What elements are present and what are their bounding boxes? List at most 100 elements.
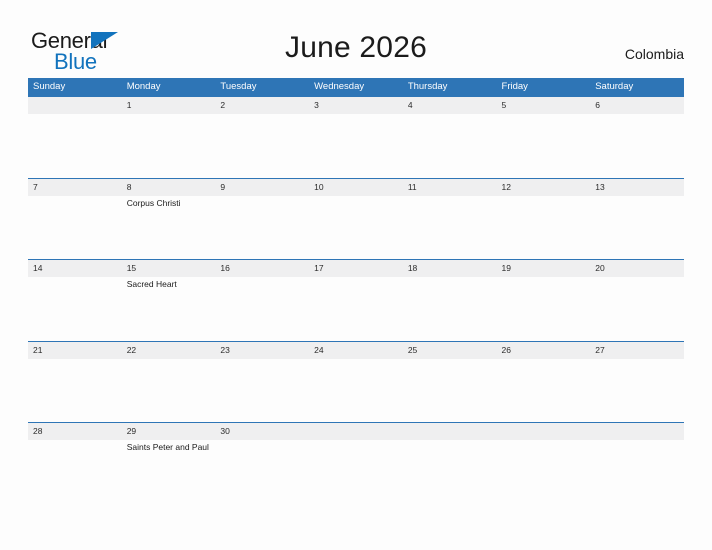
event-label: Sacred Heart	[126, 279, 177, 289]
week-event-band: Corpus Christi	[28, 195, 684, 258]
country-label: Colombia	[624, 46, 684, 62]
day-cell[interactable]	[497, 359, 591, 421]
day-number[interactable]	[497, 423, 591, 440]
day-number[interactable]: 1	[122, 97, 216, 114]
day-number[interactable]	[403, 423, 497, 440]
day-number[interactable]: 27	[590, 342, 684, 359]
day-number[interactable]: 7	[28, 179, 122, 196]
day-number[interactable]: 2	[215, 97, 309, 114]
day-cell[interactable]	[309, 196, 403, 258]
day-number[interactable]	[590, 423, 684, 440]
day-number[interactable]: 26	[497, 342, 591, 359]
day-number[interactable]: 24	[309, 342, 403, 359]
day-number[interactable]: 11	[403, 179, 497, 196]
day-cell[interactable]	[28, 359, 122, 421]
day-number[interactable]: 23	[215, 342, 309, 359]
day-cell[interactable]	[28, 114, 122, 176]
day-cell[interactable]	[497, 440, 591, 502]
calendar-grid: Sunday Monday Tuesday Wednesday Thursday…	[28, 78, 684, 504]
day-cell[interactable]: Saints Peter and Paul	[122, 440, 216, 502]
week-row: 1 2 3 4 5 6	[28, 96, 684, 178]
day-cell[interactable]	[309, 114, 403, 176]
week-date-band: 1 2 3 4 5 6	[28, 97, 684, 114]
weekday-saturday: Saturday	[595, 81, 634, 92]
weekday-wednesday: Wednesday	[314, 81, 365, 92]
day-cell[interactable]	[309, 277, 403, 339]
week-date-band: 14 15 16 17 18 19 20	[28, 260, 684, 277]
day-cell[interactable]	[590, 359, 684, 421]
day-number[interactable]: 13	[590, 179, 684, 196]
day-cell[interactable]: Sacred Heart	[122, 277, 216, 339]
week-event-band	[28, 358, 684, 421]
weekday-thursday: Thursday	[407, 81, 448, 92]
day-cell[interactable]	[497, 114, 591, 176]
day-number[interactable]: 29	[122, 423, 216, 440]
day-number[interactable]	[28, 97, 122, 114]
day-cell[interactable]	[215, 440, 309, 502]
day-number[interactable]: 14	[28, 260, 122, 277]
week-row: 7 8 9 10 11 12 13 Corpus Christi	[28, 177, 684, 260]
day-number[interactable]: 28	[28, 423, 122, 440]
day-number[interactable]: 19	[497, 260, 591, 277]
event-label: Saints Peter and Paul	[126, 442, 209, 452]
weekday-sunday: Sunday	[33, 81, 66, 92]
day-number[interactable]: 17	[309, 260, 403, 277]
day-number[interactable]: 21	[28, 342, 122, 359]
week-event-band: Saints Peter and Paul	[28, 440, 684, 502]
weekday-friday: Friday	[501, 81, 528, 92]
week-row: 21 22 23 24 25 26 27	[28, 340, 684, 423]
week-date-band: 28 29 30	[28, 423, 684, 440]
day-number[interactable]: 3	[309, 97, 403, 114]
day-cell[interactable]	[590, 277, 684, 339]
day-number[interactable]: 6	[590, 97, 684, 114]
day-number[interactable]: 15	[122, 260, 216, 277]
weekday-tuesday: Tuesday	[220, 81, 257, 92]
day-cell[interactable]	[590, 440, 684, 502]
week-date-band: 21 22 23 24 25 26 27	[28, 341, 684, 359]
day-cell[interactable]	[590, 196, 684, 258]
day-cell[interactable]	[497, 277, 591, 339]
day-number[interactable]: 8	[122, 179, 216, 196]
event-label: Corpus Christi	[126, 197, 181, 208]
day-cell[interactable]	[590, 114, 684, 176]
day-cell[interactable]	[215, 114, 309, 176]
page-header: General Blue June 2026 Colombia	[0, 0, 712, 78]
week-row: 14 15 16 17 18 19 20 Sacred Heart	[28, 259, 684, 341]
week-date-band: 7 8 9 10 11 12 13	[28, 178, 684, 196]
day-number[interactable]: 12	[497, 179, 591, 196]
week-row: 28 29 30 Saints Peter and Paul	[28, 422, 684, 504]
day-cell[interactable]	[403, 440, 497, 502]
day-number[interactable]: 9	[215, 179, 309, 196]
day-number[interactable]: 4	[403, 97, 497, 114]
day-cell[interactable]	[403, 196, 497, 258]
week-event-band: Sacred Heart	[28, 277, 684, 339]
week-event-band	[28, 114, 684, 176]
day-cell[interactable]	[215, 359, 309, 421]
day-number[interactable]: 20	[590, 260, 684, 277]
day-cell[interactable]	[215, 277, 309, 339]
day-number[interactable]: 16	[215, 260, 309, 277]
page-title: June 2026	[285, 31, 427, 64]
day-number[interactable]: 18	[403, 260, 497, 277]
weekday-monday: Monday	[126, 81, 161, 92]
day-number[interactable]: 5	[497, 97, 591, 114]
day-cell[interactable]	[309, 359, 403, 421]
day-cell[interactable]	[122, 114, 216, 176]
day-cell[interactable]	[403, 277, 497, 339]
day-cell[interactable]	[28, 196, 122, 258]
day-cell[interactable]	[215, 196, 309, 258]
day-cell[interactable]	[309, 440, 403, 502]
day-cell[interactable]	[403, 114, 497, 176]
day-cell[interactable]	[122, 359, 216, 421]
day-cell[interactable]: Corpus Christi	[122, 196, 216, 258]
day-number[interactable]: 22	[122, 342, 216, 359]
day-number[interactable]: 25	[403, 342, 497, 359]
day-cell[interactable]	[28, 440, 122, 502]
day-number[interactable]	[309, 423, 403, 440]
weekday-header-row: Sunday Monday Tuesday Wednesday Thursday…	[28, 78, 684, 96]
day-cell[interactable]	[403, 359, 497, 421]
day-number[interactable]: 10	[309, 179, 403, 196]
day-cell[interactable]	[28, 277, 122, 339]
day-number[interactable]: 30	[215, 423, 309, 440]
day-cell[interactable]	[497, 196, 591, 258]
